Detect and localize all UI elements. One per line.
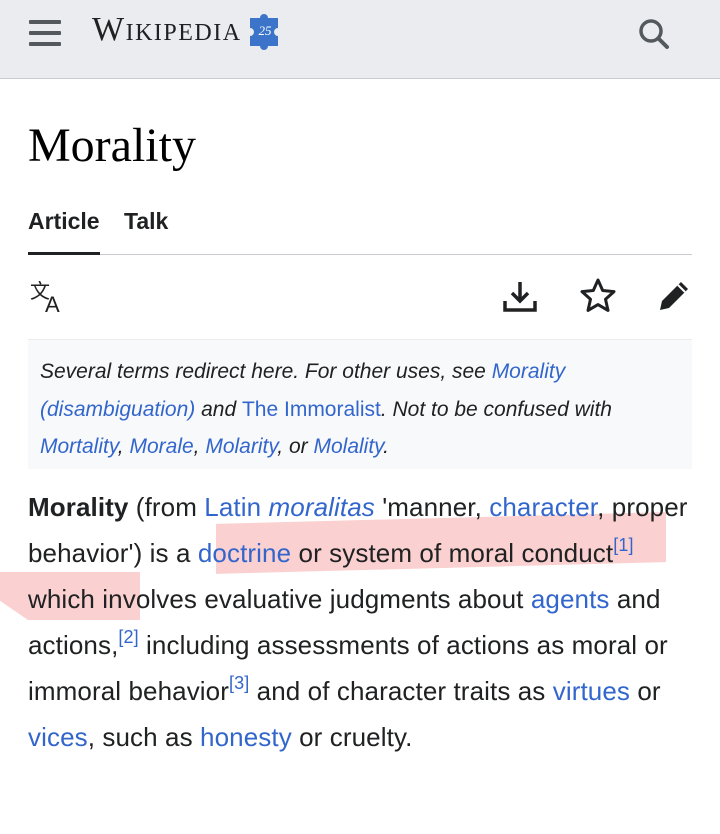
wikipedia-logo[interactable]: Wikipedia 25: [92, 6, 288, 54]
pencil-icon[interactable]: [654, 276, 694, 316]
page-actions-toolbar: 文 A: [28, 272, 692, 324]
text: (from: [128, 492, 205, 522]
page-title: Morality: [28, 119, 196, 172]
star-icon[interactable]: [578, 276, 618, 316]
text: , such as: [87, 722, 201, 752]
text: [261, 492, 268, 522]
svg-text:25: 25: [258, 23, 272, 38]
separator: , or: [277, 435, 314, 458]
link-doctrine[interactable]: doctrine: [198, 538, 291, 568]
page-tabs: Article Talk: [28, 206, 692, 255]
text: or: [630, 676, 661, 706]
download-icon[interactable]: [500, 276, 540, 316]
puzzle-25-icon: 25: [249, 14, 278, 50]
hatnote-text: and: [195, 397, 242, 421]
link-moralitas[interactable]: moralitas: [269, 492, 375, 522]
separator: ,: [193, 435, 206, 458]
logo-wordmark: Wikipedia: [92, 11, 242, 48]
text: and of character traits as: [249, 676, 553, 706]
tab-article[interactable]: Article: [28, 208, 100, 255]
text: or system of moral conduct: [291, 538, 614, 568]
hatnote-text: . Not to be confused with: [380, 397, 612, 421]
hamburger-menu-icon[interactable]: [22, 14, 68, 52]
link-agents[interactable]: agents: [531, 584, 610, 614]
link-the-immoralist[interactable]: The Immoralist: [242, 398, 381, 421]
hatnote: Several terms redirect here. For other u…: [28, 339, 692, 469]
text: or cruelty.: [291, 722, 413, 752]
article-lead-paragraph: Morality (from Latin moralitas 'manner, …: [28, 484, 700, 760]
hatnote-text: Several terms redirect here. For other u…: [40, 360, 492, 383]
link-character[interactable]: character: [489, 492, 597, 522]
link-molarity[interactable]: Molarity: [205, 435, 277, 458]
link-virtues[interactable]: virtues: [553, 676, 630, 706]
search-icon[interactable]: [634, 14, 674, 54]
top-header: Wikipedia 25: [0, 0, 720, 79]
reference-3[interactable]: [3]: [229, 673, 249, 693]
link-mortality[interactable]: Mortality: [40, 435, 118, 458]
svg-text:A: A: [45, 292, 60, 316]
text: which involves evaluative judgments abou…: [28, 584, 531, 614]
bold-term: Morality: [28, 492, 129, 522]
reference-2[interactable]: [2]: [118, 627, 138, 647]
link-latin[interactable]: Latin: [204, 492, 261, 522]
link-vices[interactable]: vices: [28, 722, 88, 752]
text: 'manner,: [374, 492, 490, 522]
separator: .: [383, 435, 389, 458]
link-morale[interactable]: Morale: [129, 435, 193, 458]
tab-talk[interactable]: Talk: [124, 208, 168, 235]
link-honesty[interactable]: honesty: [200, 722, 292, 752]
link-molality[interactable]: Molality: [313, 435, 383, 458]
language-icon[interactable]: 文 A: [28, 276, 68, 316]
separator: ,: [117, 435, 130, 458]
reference-1[interactable]: [1]: [613, 535, 633, 555]
